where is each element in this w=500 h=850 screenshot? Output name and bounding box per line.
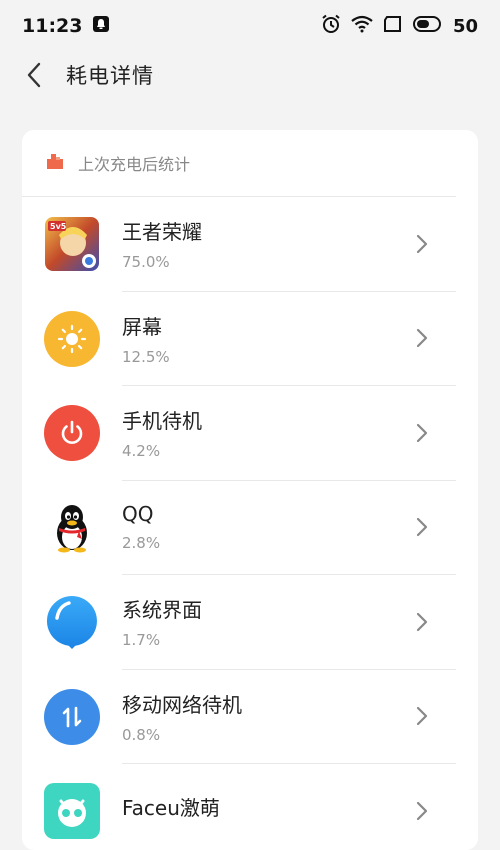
list-item-qq[interactable]: QQ 2.8% bbox=[22, 481, 478, 575]
list-item-mobile-network-standby[interactable]: 移动网络待机 0.8% bbox=[22, 670, 478, 764]
app-name: Faceu激萌 bbox=[122, 796, 220, 821]
chevron-right-icon bbox=[416, 707, 428, 726]
app-name: 王者荣耀 bbox=[122, 220, 202, 245]
chevron-right-icon bbox=[416, 329, 428, 348]
list-item-text: 移动网络待机 0.8% bbox=[122, 670, 456, 764]
usage-percent: 75.0% bbox=[122, 253, 170, 272]
chevron-right-icon bbox=[416, 612, 428, 631]
power-icon bbox=[44, 405, 100, 462]
back-arrow-icon bbox=[27, 62, 41, 88]
battery-usage-card: 上次充电后统计 5v5 王者荣耀 75.0% 屏幕 12.5% 手机待机 4.2… bbox=[22, 130, 478, 850]
app-name: 系统界面 bbox=[122, 598, 202, 623]
chevron-right-icon bbox=[416, 518, 428, 537]
wifi-icon bbox=[351, 15, 373, 37]
list-item-text: 王者荣耀 75.0% bbox=[122, 197, 456, 292]
section-title: 上次充电后统计 bbox=[78, 155, 191, 174]
status-bar: 11:23 50 bbox=[0, 0, 500, 52]
back-button[interactable] bbox=[14, 55, 54, 95]
list-item-text: Faceu激萌 bbox=[122, 764, 456, 850]
list-item-screen[interactable]: 屏幕 12.5% bbox=[22, 292, 478, 386]
list-item-text: 手机待机 4.2% bbox=[122, 386, 456, 481]
usage-percent: 4.2% bbox=[122, 442, 161, 461]
list-item-text: QQ 2.8% bbox=[122, 481, 456, 575]
app-name: 屏幕 bbox=[122, 314, 162, 339]
battery-icon bbox=[412, 16, 443, 36]
list-item-text: 屏幕 12.5% bbox=[122, 292, 456, 386]
chevron-right-icon bbox=[416, 234, 428, 253]
battery-level: 50 bbox=[452, 15, 478, 37]
app-name: 移动网络待机 bbox=[122, 692, 242, 717]
svg-text:5v5: 5v5 bbox=[50, 222, 67, 231]
app-name: 手机待机 bbox=[122, 409, 202, 434]
list-item-system-ui[interactable]: 系统界面 1.7% bbox=[22, 575, 478, 670]
list-item-faceu[interactable]: Faceu激萌 bbox=[22, 764, 478, 850]
app-header: 耗电详情 bbox=[0, 52, 500, 98]
sim-card-icon bbox=[383, 15, 403, 37]
chevron-right-icon bbox=[416, 423, 428, 442]
system-ui-icon bbox=[44, 594, 100, 650]
page-title: 耗电详情 bbox=[66, 64, 154, 88]
brightness-icon bbox=[44, 310, 100, 367]
list-item-honor-of-kings[interactable]: 5v5 王者荣耀 75.0% bbox=[22, 197, 478, 292]
list-item-phone-standby[interactable]: 手机待机 4.2% bbox=[22, 386, 478, 481]
qq-penguin-icon bbox=[44, 500, 100, 556]
usage-stats-icon bbox=[46, 152, 64, 174]
usage-percent: 0.8% bbox=[122, 725, 161, 744]
section-header: 上次充电后统计 bbox=[22, 130, 456, 197]
usage-percent: 2.8% bbox=[122, 534, 161, 553]
faceu-icon bbox=[44, 783, 100, 840]
chevron-right-icon bbox=[416, 801, 428, 820]
list-item-text: 系统界面 1.7% bbox=[122, 575, 456, 670]
app-name: QQ bbox=[122, 502, 154, 527]
usage-percent: 12.5% bbox=[122, 347, 170, 366]
honor-of-kings-icon: 5v5 bbox=[44, 216, 100, 272]
usage-percent: 1.7% bbox=[122, 631, 161, 650]
status-time: 11:23 bbox=[22, 15, 83, 37]
mobile-data-icon bbox=[44, 688, 100, 745]
notification-icon bbox=[92, 15, 110, 37]
alarm-icon bbox=[321, 14, 341, 38]
